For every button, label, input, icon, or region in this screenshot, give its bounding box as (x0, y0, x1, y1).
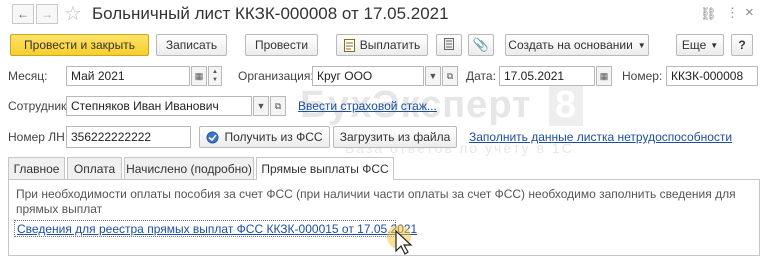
tab-main[interactable]: Главное (8, 157, 65, 179)
fss-registry-link[interactable]: Сведения для реестра прямых выплат ФСС К… (17, 222, 417, 236)
calendar-icon[interactable]: ▦ (596, 66, 612, 86)
chevron-down-icon: ▼ (637, 40, 646, 50)
attach-button[interactable]: 📎 (468, 34, 494, 56)
chevron-down-icon: ▼ (710, 40, 719, 50)
fill-sick-leave-link[interactable]: Заполнить данные листка нетрудоспособнос… (469, 130, 732, 144)
employee-label: Сотрудник: (8, 99, 70, 113)
mouse-cursor (384, 222, 424, 256)
arrow-right-icon: → (41, 7, 53, 21)
date-input[interactable]: 17.05.2021 (499, 66, 595, 86)
tab-accrued-detailed[interactable]: Начислено (подробно) (124, 157, 254, 179)
employee-input[interactable]: Степняков Иван Иванович (66, 96, 252, 116)
report-button[interactable] (436, 34, 462, 56)
load-from-file-button[interactable]: Загрузить из файла (333, 126, 457, 148)
fss-note: При необходимости оплаты пособия за счет… (16, 187, 736, 216)
organization-label: Организация: (238, 69, 314, 83)
more-vertical-icon[interactable]: ⋮ (726, 5, 739, 21)
fss-globe-icon (206, 131, 219, 144)
more-button[interactable]: Еще ▼ (676, 34, 724, 56)
pay-button[interactable]: Выплатить (336, 34, 428, 56)
get-from-fss-button[interactable]: Получить из ФСС (199, 126, 330, 148)
save-button[interactable]: Записать (156, 34, 227, 56)
create-based-label: Создать на основании (508, 38, 633, 52)
window-title: Больничный лист ККЗК-000008 от 17.05.202… (92, 4, 449, 23)
post-and-close-button[interactable]: Провести и закрыть (10, 34, 149, 56)
list-icon (444, 37, 454, 53)
paperclip-icon: 📎 (472, 37, 490, 52)
create-based-dropdown[interactable]: Создать на основании ▼ (505, 34, 649, 56)
forward-button[interactable]: → (36, 4, 58, 24)
arrow-left-icon: ← (17, 7, 29, 21)
more-label: Еще (681, 38, 707, 52)
open-icon[interactable]: ⧉ (442, 66, 458, 86)
tab-payment[interactable]: Оплата (67, 157, 122, 179)
calendar-icon[interactable]: ▦ (191, 66, 207, 86)
month-label: Месяц: (8, 69, 48, 83)
document-icon (343, 38, 355, 52)
chevron-down-icon[interactable]: ▼ (425, 66, 441, 86)
favorite-star-icon[interactable]: ☆ (64, 1, 82, 26)
insurance-experience-link[interactable]: Ввести страховой стаж... (298, 99, 437, 113)
open-icon[interactable]: ⧉ (270, 96, 286, 116)
back-button[interactable]: ← (12, 4, 34, 24)
help-button[interactable]: ? (731, 34, 753, 56)
close-icon[interactable]: × (745, 4, 754, 21)
date-label: Дата: (466, 69, 496, 83)
organization-input[interactable]: Круг ООО (312, 66, 424, 86)
number-input[interactable]: ККЗК-000008 (666, 66, 758, 86)
month-input[interactable]: Май 2021 (66, 66, 190, 86)
ln-number-input[interactable]: 356222222222 (66, 126, 191, 148)
tab-fss-direct-payments[interactable]: Прямые выплаты ФСС (256, 157, 394, 180)
number-label: Номер: (622, 69, 663, 83)
post-button[interactable]: Провести (245, 34, 318, 56)
pay-label: Выплатить (359, 38, 421, 52)
link-icon[interactable]: ⛓ (700, 6, 717, 22)
watermark-digit: 8 (548, 84, 584, 126)
ln-number-label: Номер ЛН: (8, 130, 69, 144)
chevron-down-icon[interactable]: ▼ (253, 96, 269, 116)
get-from-fss-label: Получить из ФСС (224, 130, 323, 144)
month-stepper[interactable]: ▲ ▼ (208, 66, 222, 86)
